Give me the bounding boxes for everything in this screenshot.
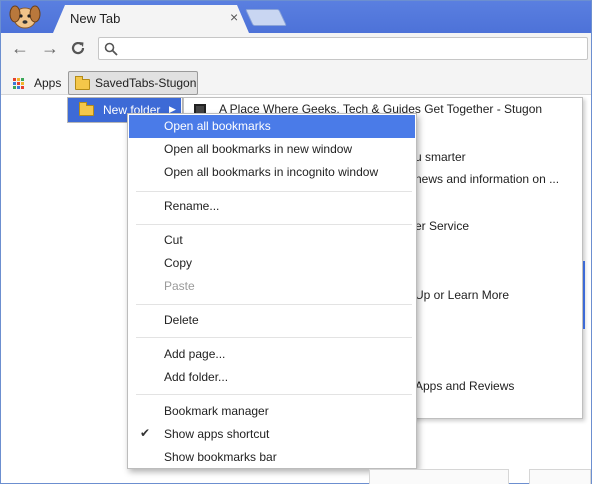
menu-open-all-new-window[interactable]: Open all bookmarks in new window [129,138,415,161]
menu-open-all-bookmarks[interactable]: Open all bookmarks [129,115,415,138]
submenu-bookmark-item[interactable]: Up or Learn More [415,288,509,302]
menu-item-label: Rename... [164,199,220,213]
menu-bookmark-manager[interactable]: Bookmark manager [129,400,415,423]
folder-icon [75,76,90,90]
search-icon [104,42,118,56]
menu-copy[interactable]: Copy [129,252,415,275]
menu-delete[interactable]: Delete [129,309,415,332]
new-tab-button[interactable] [245,9,287,26]
bookmark-folder-label: SavedTabs-Stugon [95,76,197,90]
apps-grid-icon[interactable] [13,78,25,90]
menu-item-label: Paste [164,279,195,293]
menu-cut[interactable]: Cut [129,229,415,252]
back-arrow-icon[interactable]: ← [9,37,31,59]
menu-item-label: Open all bookmarks [164,119,271,133]
omnibox[interactable] [98,37,588,60]
submenu-bookmark-item[interactable]: news and information on ... [415,172,559,186]
dog-avatar-icon[interactable] [7,3,43,31]
submenu-bookmark-item[interactable]: u smarter [415,150,466,164]
submenu-bookmark-item[interactable]: Apps and Reviews [415,379,514,393]
menu-item-label: Show apps shortcut [164,427,270,441]
menu-item-label: Show bookmarks bar [164,450,277,464]
folder-icon [79,102,94,116]
context-menu: Open all bookmarks Open all bookmarks in… [127,113,417,469]
menu-item-label: Open all bookmarks in new window [164,142,353,156]
apps-shortcut[interactable]: Apps [34,76,61,90]
menu-rename[interactable]: Rename... [129,195,415,218]
menu-item-label: Delete [164,313,199,327]
menu-separator [136,304,412,305]
menu-show-apps-shortcut[interactable]: ✔ Show apps shortcut [129,423,415,446]
tab-close-icon[interactable]: × [230,9,238,25]
menu-item-label: Copy [164,256,193,270]
menu-add-folder[interactable]: Add folder... [129,366,415,389]
menu-item-label: Add page... [164,347,226,361]
bookmark-folder-savedtabs[interactable]: SavedTabs-Stugon [68,71,198,95]
submenu-bookmark-item[interactable]: er Service [415,219,469,233]
menu-separator [136,394,412,395]
menu-item-label: Bookmark manager [164,404,269,418]
page-tile[interactable] [529,469,591,484]
menu-separator [136,224,412,225]
menu-paste: Paste [129,275,415,298]
tab-new-tab[interactable]: New Tab × [53,5,249,33]
menu-show-bookmarks-bar[interactable]: Show bookmarks bar [129,446,415,469]
checkmark-icon: ✔ [140,426,151,440]
page-accent-line [579,261,585,329]
toolbar: ← → [1,33,591,63]
menu-open-all-incognito[interactable]: Open all bookmarks in incognito window [129,161,415,184]
menu-separator [136,337,412,338]
reload-glyph [71,41,85,55]
page-tile[interactable] [369,469,509,484]
menu-add-page[interactable]: Add page... [129,343,415,366]
menu-item-label: Add folder... [164,370,229,384]
browser-window: New Tab × ← → Apps SavedTabs-Stugon New … [0,0,592,484]
reload-icon[interactable] [67,37,89,59]
forward-arrow-icon[interactable]: → [39,37,61,59]
menu-separator [136,191,412,192]
tab-title: New Tab [70,11,121,26]
menu-item-label: Cut [164,233,183,247]
menu-item-label: Open all bookmarks in incognito window [164,165,379,179]
